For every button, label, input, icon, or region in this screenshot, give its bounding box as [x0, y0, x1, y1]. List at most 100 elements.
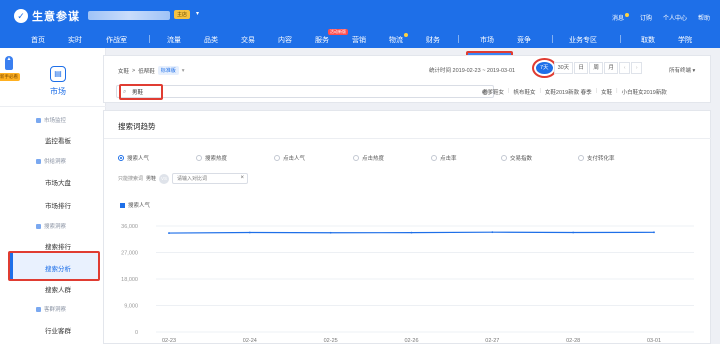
search-highlight: [119, 84, 163, 100]
suggestion-link[interactable]: 老爹鞋女: [482, 88, 504, 96]
metric-radio-click-popularity[interactable]: 点击人气: [274, 154, 305, 162]
search-suggestions: 老爹鞋女 | 帆布鞋女 | 女鞋2019新款 春季 | 女鞋 | 小白鞋女2019新款: [482, 88, 667, 96]
divider: [0, 106, 106, 107]
compare-row: 只能搜索词 男鞋 VS ×: [118, 173, 249, 184]
radio-icon: [353, 155, 359, 161]
chart-legend[interactable]: 搜索人气: [120, 201, 150, 209]
nav-realtime[interactable]: 实时: [68, 35, 82, 45]
nav-divider: [149, 35, 150, 43]
edition-selector[interactable]: 标准版: [157, 66, 179, 75]
newbie-guide-tag: 新手必看: [0, 73, 20, 81]
nav-category[interactable]: 品类: [204, 35, 218, 45]
trend-chart: 36,000 27,000 18,000 9,000 0 02-23 02-24 02-25 0…: [121, 224, 694, 344]
nav-transaction[interactable]: 交易: [241, 35, 255, 45]
nav-business-zone[interactable]: 业务专区: [569, 35, 597, 45]
chevron-right-icon[interactable]: ›: [631, 62, 643, 74]
period-week-button[interactable]: 周: [589, 62, 604, 74]
sidebar-item-market-overview[interactable]: 市场大盘: [45, 177, 71, 187]
terminal-selector[interactable]: 所有终端 ▾: [669, 66, 695, 74]
newbie-guide[interactable]: ▲ 新手必看: [0, 56, 20, 88]
nav-divider: [552, 35, 553, 43]
data-point: [329, 231, 332, 234]
chevron-left-icon[interactable]: ‹: [619, 62, 631, 74]
y-tick-label: 0: [135, 330, 138, 336]
breadcrumb[interactable]: 女鞋 > 低帮鞋 标准版 ▾: [118, 66, 185, 75]
period-month-button[interactable]: 月: [604, 62, 619, 74]
sidebar-item-search-analysis[interactable]: 搜索分析: [45, 263, 71, 273]
nav-war-room[interactable]: 作战室: [106, 35, 127, 45]
radio-icon: [578, 155, 584, 161]
compare-self: 男鞋: [146, 176, 157, 182]
group-icon: [36, 306, 41, 312]
x-tick-label: 02-25: [324, 338, 338, 344]
compare-field[interactable]: ×: [172, 173, 249, 184]
radio-icon: [274, 155, 280, 161]
personal-center-link[interactable]: 个人中心: [663, 13, 687, 22]
data-point: [572, 231, 575, 234]
sidebar-item-search-crowd[interactable]: 搜索人群: [45, 284, 71, 294]
breadcrumb-leaf: 低帮鞋: [138, 68, 155, 75]
legend-swatch: [120, 202, 125, 208]
trend-card: 搜索词趋势 搜索人气 搜索热度 点击人气 点击热度 点击率 交易指数 支付转化率…: [103, 110, 712, 344]
notification-dot-icon: [624, 13, 629, 17]
nav-finance[interactable]: 财务: [426, 35, 440, 45]
group-icon: [36, 117, 41, 123]
nav-home[interactable]: 首页: [31, 35, 45, 45]
shop-name-blurred[interactable]: [88, 11, 170, 20]
nav-logistics[interactable]: 物流: [389, 33, 408, 45]
suggestion-link[interactable]: 小白鞋女2019新款: [622, 88, 667, 96]
sidebar-item-market-ranking[interactable]: 市场排行: [45, 200, 71, 210]
top-bar: ✓ 生意参谋 主店 ▾ 消息 订购 个人中心 帮助: [0, 0, 720, 30]
y-tick-label: 18,000: [121, 277, 138, 283]
metric-radio-click-rate[interactable]: 点击率: [431, 154, 457, 162]
metric-radio-conversion[interactable]: 支付转化率: [578, 154, 615, 162]
metric-radio-click-heat[interactable]: 点击热度: [353, 154, 384, 162]
message-link[interactable]: 消息: [612, 13, 629, 22]
nav-data-fetch[interactable]: 取数: [641, 35, 655, 45]
x-tick-label: 03-01: [647, 338, 661, 344]
nav-market[interactable]: 市场: [480, 35, 494, 45]
metric-radio-trade-index[interactable]: 交易指数: [501, 154, 532, 162]
nav-content[interactable]: 内容: [278, 35, 292, 45]
search-field[interactable]: ⌕ ×: [116, 85, 494, 98]
close-icon[interactable]: ×: [241, 175, 245, 181]
nav-competition[interactable]: 竞争: [517, 35, 531, 45]
radio-icon: [118, 155, 124, 161]
subscribe-link[interactable]: 订购: [640, 13, 652, 22]
chevron-down-icon[interactable]: ▾: [196, 10, 199, 17]
suggestion-link[interactable]: 女鞋2019新款 春季: [545, 88, 592, 96]
sidebar-item-search-ranking[interactable]: 搜索排行: [45, 241, 71, 251]
rocket-icon: ▲: [5, 56, 13, 70]
suggestion-link[interactable]: 女鞋: [601, 88, 612, 96]
nav-divider: [620, 35, 621, 43]
sidebar-header: ▤ 市场: [34, 66, 82, 97]
metric-radio-search-heat[interactable]: 搜索热度: [196, 154, 227, 162]
breadcrumb-root: 女鞋: [118, 68, 130, 75]
sidebar-group-monitor[interactable]: 市场监控: [36, 116, 66, 124]
search-input[interactable]: [132, 87, 472, 97]
x-tick-label: 02-27: [485, 338, 499, 344]
period-7d-button[interactable]: 7天: [532, 58, 557, 78]
radio-icon: [431, 155, 437, 161]
sidebar-group-supply[interactable]: 供给洞察: [36, 157, 66, 165]
period-day-button[interactable]: 日: [574, 62, 589, 74]
nav-marketing[interactable]: 营销: [352, 35, 366, 45]
metric-radio-search-popularity[interactable]: 搜索人气: [118, 154, 149, 162]
sidebar-group-customer[interactable]: 客群洞察: [36, 305, 66, 313]
chevron-down-icon[interactable]: ▾: [182, 68, 185, 74]
sidebar-item-industry-crowd[interactable]: 行业客群: [45, 325, 71, 335]
nav-service[interactable]: 服务 活动新版: [315, 29, 348, 45]
nav-traffic[interactable]: 流量: [167, 35, 181, 45]
compare-input[interactable]: [177, 175, 238, 183]
logo[interactable]: ✓ 生意参谋: [14, 8, 80, 24]
x-tick-label: 02-24: [243, 338, 257, 344]
help-link[interactable]: 帮助: [698, 13, 710, 22]
period-30d-button[interactable]: 30天: [553, 62, 574, 74]
nav-academy[interactable]: 学院: [678, 35, 692, 45]
suggestion-link[interactable]: 帆布鞋女: [513, 88, 535, 96]
radio-icon: [196, 155, 202, 161]
sidebar-item-monitor-board[interactable]: 监控看板: [45, 135, 71, 145]
notification-dot-icon: [404, 33, 408, 37]
x-tick-label: 02-26: [404, 338, 418, 344]
sidebar-group-search[interactable]: 搜索洞察: [36, 222, 66, 230]
